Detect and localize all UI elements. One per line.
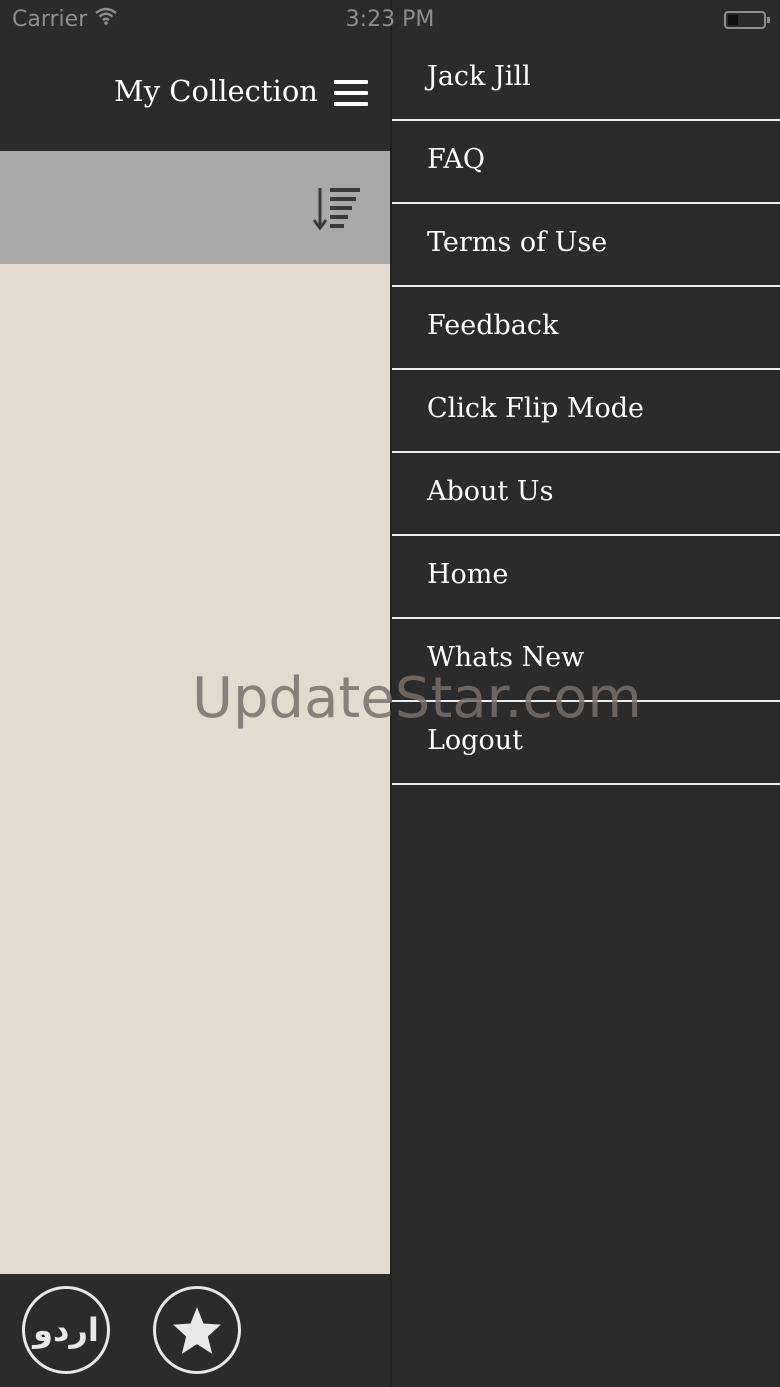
menu-item-logout[interactable]: Logout <box>392 702 780 785</box>
star-icon <box>173 1307 221 1354</box>
menu-item-label: Jack Jill <box>427 61 531 92</box>
favorites-button[interactable] <box>153 1286 241 1374</box>
menu-item-whats-new[interactable]: Whats New <box>392 619 780 702</box>
collection-content <box>0 264 390 1274</box>
menu-item-label: Feedback <box>427 310 559 341</box>
menu-item-click-flip-mode[interactable]: Click Flip Mode <box>392 370 780 453</box>
sort-icon[interactable] <box>312 186 362 232</box>
menu-item-label: Terms of Use <box>427 227 608 258</box>
menu-item-terms[interactable]: Terms of Use <box>392 204 780 287</box>
urdu-button[interactable]: اردو <box>22 1286 110 1374</box>
menu-item-faq[interactable]: FAQ <box>392 121 780 204</box>
menu-item-label: Whats New <box>427 642 585 673</box>
menu-item-about-us[interactable]: About Us <box>392 453 780 536</box>
urdu-label: اردو <box>33 1311 99 1349</box>
side-drawer: Jack Jill FAQ Terms of Use Feedback Clic… <box>390 0 780 1387</box>
main-panel: My Collection اردو <box>0 0 390 1387</box>
menu-item-user[interactable]: Jack Jill <box>392 38 780 121</box>
menu-item-label: About Us <box>427 476 554 507</box>
status-time: 3:23 PM <box>345 7 435 32</box>
status-bar: Carrier 3:23 PM <box>0 0 780 40</box>
menu-item-label: Home <box>427 559 509 590</box>
menu-item-label: Click Flip Mode <box>427 393 645 424</box>
menu-item-label: FAQ <box>427 144 486 175</box>
menu-item-home[interactable]: Home <box>392 536 780 619</box>
battery-icon <box>724 11 770 29</box>
menu-item-feedback[interactable]: Feedback <box>392 287 780 370</box>
menu-icon[interactable] <box>334 80 368 108</box>
page-title: My Collection <box>114 74 318 108</box>
menu-item-label: Logout <box>427 725 523 756</box>
